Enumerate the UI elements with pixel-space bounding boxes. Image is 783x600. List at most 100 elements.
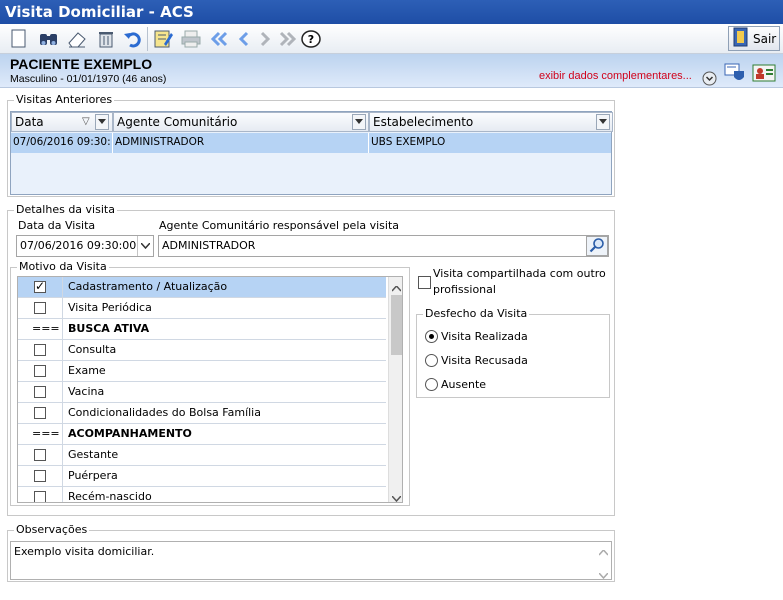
list-item-checkbox[interactable]	[34, 407, 46, 419]
radio-label: Ausente	[441, 378, 487, 391]
previous-visits-group: Visitas Anteriores Data ▽ Agente Comunit…	[7, 93, 615, 197]
list-item-checkbox[interactable]	[34, 344, 46, 356]
expand-circle-icon[interactable]	[702, 71, 717, 89]
radio-label: Visita Recusada	[441, 354, 528, 367]
agent-search-button[interactable]	[586, 236, 608, 256]
radio-label: Visita Realizada	[441, 330, 528, 343]
agent-field[interactable]: ADMINISTRADOR	[158, 235, 609, 257]
column-dropdown-icon[interactable]	[596, 114, 610, 130]
list-item-label: Puérpera	[68, 469, 118, 482]
list-item[interactable]: Gestante	[18, 445, 386, 466]
svg-text:?: ?	[308, 33, 314, 46]
observations-text: Exemplo visita domiciliar.	[14, 545, 155, 558]
list-section-header: === ACOMPANHAMENTO	[18, 424, 386, 445]
shield-card-icon[interactable]	[724, 62, 746, 87]
observations-legend: Observações	[14, 523, 90, 536]
column-header-agente[interactable]: Agente Comunitário	[113, 112, 369, 132]
show-more-link[interactable]: exibir dados complementares...	[539, 70, 692, 82]
observations-group: Observações Exemplo visita domiciliar.	[7, 523, 615, 582]
next-icon[interactable]	[254, 28, 276, 50]
date-label: Data da Visita	[18, 219, 96, 232]
toolbar: ? Sair	[0, 24, 783, 54]
edit-icon[interactable]	[152, 28, 174, 50]
list-item-label: Consulta	[68, 343, 117, 356]
scroll-down-icon[interactable]	[598, 569, 609, 582]
previous-visits-legend: Visitas Anteriores	[14, 93, 115, 106]
undo-icon[interactable]	[122, 28, 144, 50]
print-icon[interactable]	[180, 28, 202, 50]
visit-reason-legend: Motivo da Visita	[17, 260, 109, 273]
scroll-down-icon[interactable]	[391, 492, 402, 502]
prev-icon[interactable]	[232, 28, 254, 50]
visit-reason-list[interactable]: Cadastramento / Atualização Visita Periód…	[17, 276, 403, 503]
list-item-checkbox[interactable]	[34, 302, 46, 314]
list-item-checkbox[interactable]	[34, 470, 46, 482]
list-item-checkbox[interactable]	[34, 449, 46, 461]
exit-door-icon	[732, 27, 750, 50]
list-section-header: === BUSCA ATIVA	[18, 319, 386, 340]
new-icon[interactable]	[8, 28, 30, 50]
exit-label: Sair	[753, 31, 777, 46]
list-item[interactable]: Recém-nascido	[18, 487, 386, 503]
list-item-checkbox[interactable]	[34, 365, 46, 377]
shared-visit-checkbox[interactable]	[418, 276, 431, 289]
list-item[interactable]: Puérpera	[18, 466, 386, 487]
section-marker: ===	[32, 322, 60, 335]
list-item-label: Exame	[68, 364, 106, 377]
column-header-estabelecimento[interactable]: Estabelecimento	[369, 112, 613, 132]
list-item-label: ACOMPANHAMENTO	[68, 427, 192, 440]
observations-textarea[interactable]: Exemplo visita domiciliar.	[10, 541, 612, 580]
list-item-label: Condicionalidades do Bolsa Família	[68, 406, 261, 419]
visit-details-group: Detalhes da visita Data da Visita 07/06/…	[7, 203, 615, 516]
section-marker: ===	[32, 427, 60, 440]
radio-visita-realizada[interactable]	[425, 330, 438, 343]
list-item-label: Recém-nascido	[68, 490, 152, 503]
list-item-checkbox[interactable]	[34, 491, 46, 502]
exit-button[interactable]: Sair	[728, 26, 780, 51]
shared-visit-label-2: profissional	[433, 283, 496, 296]
eraser-icon[interactable]	[66, 28, 88, 50]
list-item-label: Gestante	[68, 448, 119, 461]
radio-visita-recusada[interactable]	[425, 354, 438, 367]
visit-date-field[interactable]: 07/06/2016 09:30:00	[16, 235, 154, 257]
agent-label: Agente Comunitário responsável pela visi…	[159, 219, 400, 232]
scroll-thumb[interactable]	[391, 295, 402, 355]
list-item-label: Vacina	[68, 385, 105, 398]
column-dropdown-icon[interactable]	[95, 114, 109, 130]
list-item[interactable]: Consulta	[18, 340, 386, 361]
first-icon[interactable]	[208, 28, 230, 50]
magnifier-icon	[589, 237, 605, 256]
outcome-group: Desfecho da Visita Visita Realizada Visi…	[416, 307, 610, 398]
date-dropdown-icon[interactable]	[137, 236, 153, 256]
scroll-up-icon[interactable]	[598, 546, 609, 559]
list-item-label: BUSCA ATIVA	[68, 322, 150, 335]
filter-icon[interactable]: ▽	[82, 116, 90, 127]
scroll-up-icon[interactable]	[391, 282, 402, 295]
trash-icon[interactable]	[95, 28, 117, 50]
radio-ausente[interactable]	[425, 378, 438, 391]
patient-info: Masculino - 01/01/1970 (46 anos)	[10, 73, 167, 85]
scrollbar[interactable]	[388, 277, 402, 502]
cell-data: 07/06/2016 09:30:	[13, 136, 111, 148]
list-item-checkbox[interactable]	[34, 386, 46, 398]
patient-header: PACIENTE EXEMPLO Masculino - 01/01/1970 …	[0, 54, 783, 88]
help-icon[interactable]: ?	[300, 28, 322, 50]
list-item[interactable]: Vacina	[18, 382, 386, 403]
outcome-legend: Desfecho da Visita	[423, 307, 530, 320]
last-icon[interactable]	[277, 28, 299, 50]
search-icon[interactable]	[38, 28, 60, 50]
visit-reason-group: Motivo da Visita Cadastramento / Atualiz…	[10, 260, 410, 506]
table-row[interactable]: 07/06/2016 09:30: ADMINISTRADOR UBS EXEM…	[11, 133, 611, 153]
cell-agente: ADMINISTRADOR	[115, 136, 205, 148]
list-item[interactable]: Cadastramento / Atualização	[18, 277, 386, 298]
previous-visits-grid[interactable]: Data ▽ Agente Comunitário Estabeleciment…	[10, 111, 613, 195]
list-item[interactable]: Condicionalidades do Bolsa Família	[18, 403, 386, 424]
shared-visit-label-1: Visita compartilhada com outro	[433, 267, 606, 280]
column-dropdown-icon[interactable]	[352, 114, 366, 130]
list-item-label: Cadastramento / Atualização	[68, 280, 228, 293]
patient-card-icon[interactable]	[752, 62, 776, 87]
list-item-checkbox[interactable]	[34, 279, 46, 293]
cell-estabelecimento: UBS EXEMPLO	[371, 136, 446, 148]
list-item[interactable]: Exame	[18, 361, 386, 382]
list-item[interactable]: Visita Periódica	[18, 298, 386, 319]
